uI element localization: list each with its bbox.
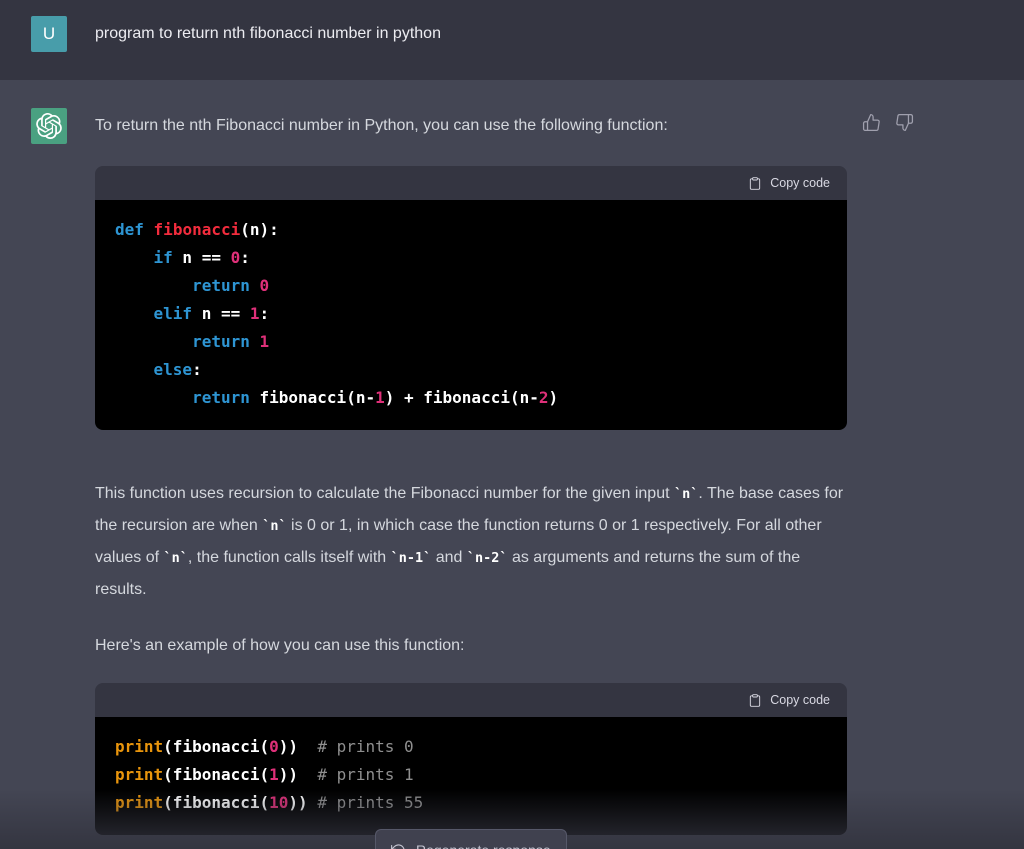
inline-code: `n` xyxy=(262,518,286,534)
thumbs-down-icon xyxy=(895,113,914,132)
inline-code: `n-1` xyxy=(391,550,432,566)
inline-code: `n` xyxy=(163,550,187,566)
code-line: def fibonacci(n): xyxy=(115,216,827,244)
code-block-1: Copy code def fibonacci(n): if n == 0: r… xyxy=(95,166,847,430)
code-line: if n == 0: xyxy=(115,244,827,272)
regenerate-response-button[interactable]: Regenerate response xyxy=(375,829,567,849)
copy-code-button[interactable]: Copy code xyxy=(748,693,830,708)
code-line: return fibonacci(n-1) + fibonacci(n-2) xyxy=(115,384,827,412)
code-block-1-header: Copy code xyxy=(95,166,847,200)
clipboard-icon xyxy=(748,176,762,191)
code-line: return 0 xyxy=(115,272,827,300)
user-avatar-letter: U xyxy=(43,24,55,44)
clipboard-icon xyxy=(748,693,762,708)
user-message-row: U program to return nth fibonacci number… xyxy=(0,0,1024,80)
copy-code-label: Copy code xyxy=(770,176,830,190)
message-feedback-actions xyxy=(862,108,914,135)
copy-code-label: Copy code xyxy=(770,693,830,707)
code-line: elif n == 1: xyxy=(115,300,827,328)
thumbs-up-button[interactable] xyxy=(862,113,881,135)
inline-code: `n` xyxy=(674,486,698,502)
assistant-intro-text: To return the nth Fibonacci number in Py… xyxy=(95,114,847,138)
refresh-icon xyxy=(391,843,406,849)
regenerate-response-label: Regenerate response xyxy=(416,842,551,849)
code-block-2-header: Copy code xyxy=(95,683,847,717)
code-line: return 1 xyxy=(115,328,827,356)
code-line: print(fibonacci(1)) # prints 1 xyxy=(115,761,827,789)
openai-logo-icon xyxy=(36,113,62,139)
user-message-text: program to return nth fibonacci number i… xyxy=(95,16,847,52)
code-content: print(fibonacci(0)) # prints 0print(fibo… xyxy=(95,717,847,835)
assistant-example-intro-text: Here's an example of how you can use thi… xyxy=(95,630,847,662)
code-block-2: Copy code print(fibonacci(0)) # prints 0… xyxy=(95,683,847,835)
code-content: def fibonacci(n): if n == 0: return 0 el… xyxy=(95,200,847,430)
code-line: print(fibonacci(10)) # prints 55 xyxy=(115,789,827,817)
assistant-avatar xyxy=(31,108,67,144)
thumbs-down-button[interactable] xyxy=(895,113,914,135)
assistant-explanation-text: This function uses recursion to calculat… xyxy=(95,478,847,606)
code-line: print(fibonacci(0)) # prints 0 xyxy=(115,733,827,761)
user-avatar: U xyxy=(31,16,67,52)
thumbs-up-icon xyxy=(862,113,881,132)
inline-code: `n-2` xyxy=(467,550,508,566)
assistant-message-row: To return the nth Fibonacci number in Py… xyxy=(0,80,1024,849)
code-line: else: xyxy=(115,356,827,384)
copy-code-button[interactable]: Copy code xyxy=(748,176,830,191)
